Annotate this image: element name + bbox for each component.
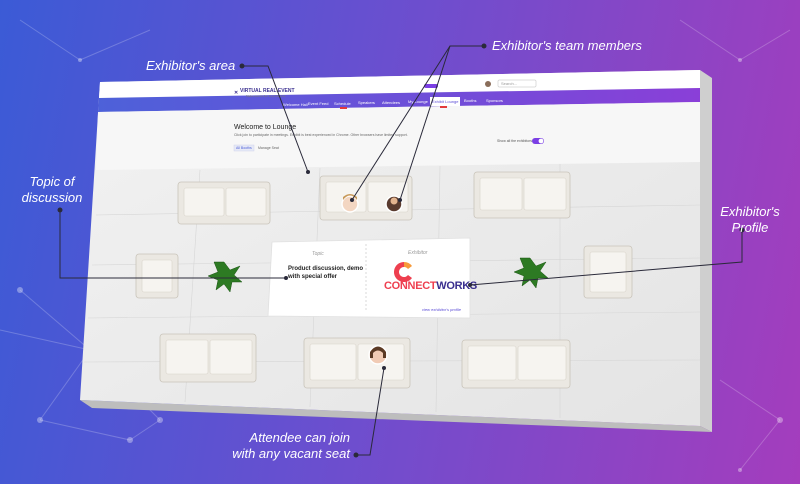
nav-item-attendees[interactable]: Attendees: [382, 100, 400, 105]
callout-topic: Topic of discussion: [14, 174, 90, 206]
topic-text-line1: Product discussion, demo: [288, 266, 364, 272]
nav-item-welcome[interactable]: Welcome Hall: [283, 102, 308, 107]
nav-item-sponsors[interactable]: Sponsors: [486, 98, 503, 103]
lounge-title: Welcome to Lounge: [234, 124, 297, 131]
topic-label: Topic: [312, 251, 324, 257]
nav-item-feed[interactable]: Event Feed: [308, 101, 328, 106]
topic-text-line2: with special offer: [288, 274, 338, 280]
callout-profile-line1: Exhibitor's: [720, 204, 780, 219]
exhibitor-label: Exhibitor: [408, 250, 428, 256]
brand-part-a: CONNECT: [384, 280, 437, 292]
tab-all-booths[interactable]: All Booths: [236, 146, 252, 150]
toggle-label[interactable]: Show all the exhibitors: [497, 139, 532, 143]
search-input[interactable]: Search...: [501, 81, 517, 86]
lounge-description: Click join to participate in meetings. E…: [234, 133, 408, 137]
nav-item-schedule[interactable]: Schedule: [334, 101, 351, 106]
exhibitor-brand[interactable]: CONNECTWORKS: [384, 280, 477, 292]
callout-topic-line1: Topic of: [29, 174, 75, 189]
callout-profile: Exhibitor's Profile: [710, 204, 790, 236]
nav-item-booths[interactable]: Booths: [464, 98, 476, 103]
callout-attendee-line2: with any vacant seat: [232, 446, 350, 461]
callout-exhibitors-area: Exhibitor's area: [146, 58, 236, 73]
svg-text:✕: ✕: [234, 90, 238, 96]
callout-topic-line2: discussion: [21, 190, 83, 205]
nav-item-exhibit-lounge[interactable]: Exhibit Lounge: [432, 99, 458, 104]
lounge-board: ✕: [80, 70, 712, 432]
brand-tagline: Make events fun & productive: [246, 94, 286, 98]
view-profile-link[interactable]: view exhibitor's profile: [422, 307, 461, 312]
nav-item-my-lounge[interactable]: My Lounge: [408, 99, 428, 104]
callout-attendee-line1: Attendee can join: [249, 430, 350, 445]
callout-profile-line2: Profile: [731, 220, 769, 235]
callout-attendee: Attendee can join with any vacant seat: [196, 430, 350, 462]
brand-part-b: WORKS: [436, 280, 477, 292]
tab-manage-seat[interactable]: Manage Seat: [258, 146, 279, 150]
callout-team-members: Exhibitor's team members: [492, 38, 642, 53]
nav-item-speakers[interactable]: Speakers: [358, 100, 375, 105]
